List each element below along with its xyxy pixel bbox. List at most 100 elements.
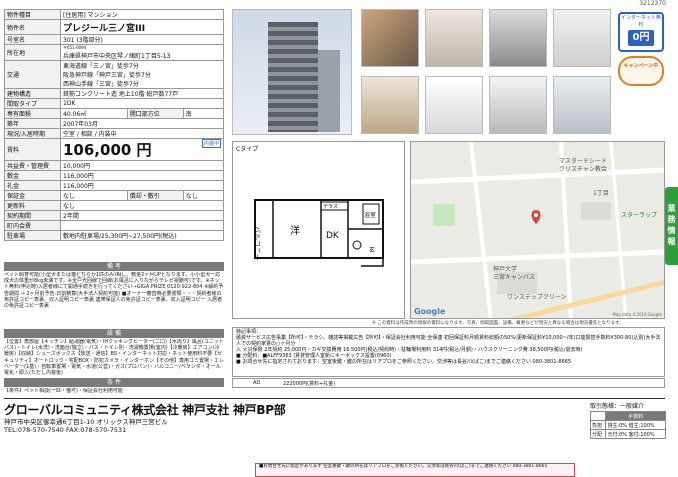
ad-value: 222000円(賃料+礼金) (283, 381, 336, 387)
spec-value: 40.06㎡ (60, 108, 128, 119)
rent-cell: 106,000 円 内装中 (60, 138, 224, 161)
location-map: マスタードシード クリスチャン教会 1丁目 スターラップ 神戸大学 三宮キャンパ… (410, 141, 665, 319)
interior-photo (361, 76, 419, 134)
spec-value (60, 220, 224, 231)
rent-amount: 106,000 円 (63, 141, 152, 159)
spec-key: 賃料 (4, 138, 61, 161)
commission-value: 貸主:0% 借主:100% (605, 420, 666, 430)
commission-key: 分配 (589, 429, 607, 439)
interior-photo (425, 76, 483, 134)
google-logo: Google (414, 307, 446, 316)
business-info-tab[interactable]: 業務情報 (665, 187, 678, 265)
footer-divider (4, 398, 665, 399)
spec-key: 償却・敷引 (126, 190, 184, 201)
interior-photo (553, 76, 611, 134)
commission-table: 手数料 負担 貸主:0% 借主:100% 分配 元付:0% 客付:100% (589, 411, 666, 439)
spec-value: なし (60, 190, 128, 201)
company-phone: TEL:078-570-7540 FAX:078-570-7531 (4, 426, 127, 434)
equipment-header: 設 備 (4, 329, 224, 338)
map-label: 1丁目 (593, 190, 609, 197)
document-number: 3212370 (639, 0, 666, 7)
spec-value: 空室 / 相談 / 内装中 (60, 128, 224, 139)
bath-label: 浴室 (364, 211, 376, 219)
spec-key: 間取タイプ (4, 98, 61, 109)
spec-key: 物件種目 (4, 9, 61, 20)
campaign-badge: キャンペーン中 (618, 56, 664, 86)
transaction-type: 取引態様：一般媒介 (590, 403, 645, 410)
spec-key: 駐車場 (4, 230, 61, 241)
spec-key: 町内会費 (4, 220, 61, 231)
free-internet-badge: インターネット無料 0円 (618, 12, 664, 52)
interior-photo (425, 9, 483, 67)
western-room-label: 洋 (290, 224, 300, 237)
commission-header: 手数料 (605, 411, 666, 421)
free-internet-label: インターネット無料 (620, 15, 661, 28)
balcony-label: バルコニー (253, 226, 261, 261)
spec-key: 号室名 (4, 34, 61, 45)
spec-key: 保証金 (4, 190, 61, 201)
ad-fee-row: AD 222000円(賃料+礼金) (232, 378, 665, 388)
svg-text:バルコニー: バルコニー (253, 226, 261, 261)
interior-photo (361, 9, 419, 67)
spec-key: 礼金 (4, 180, 61, 191)
spec-value: 1DK (60, 98, 224, 109)
conditions-header: 条 件 (4, 378, 224, 387)
contact-note: ■お問合せ先に指定があります 空室後鍵・鍵の所在はリアプロをご参照ください。交渉… (255, 463, 575, 477)
terrace-label: テラス (323, 204, 338, 210)
access-cell: 東海道線「三ノ宮」徒歩7分阪急神戸線「神戸三宮」徒歩7分 西神山手線「三宮」徒歩7… (60, 60, 224, 89)
company-address: 神戸市中央区御幸通6丁目1-10 オリックス神戸三宮ビル (4, 418, 168, 426)
floor-plan-type: Cタイプ (236, 146, 259, 153)
spec-value: 10,000円 (60, 160, 224, 171)
special-notes-line: 融資サービス広告事業【所可】・テラシ、雑誌等掲載広告【所可】・保証会社利用可能 … (236, 335, 661, 347)
spec-value: 2年間 (60, 210, 224, 221)
spec-key: 所在地 (4, 44, 61, 61)
listing-sheet: 3212370 物件種目 [住居用] マンション 物件名 プレジール三ノ宮III 号… (0, 0, 678, 477)
spec-value: なし (60, 200, 224, 211)
map-label: 三宮キャンパス (493, 274, 536, 281)
building-exterior-photo (232, 9, 352, 135)
remarks-header: 備 考 (4, 262, 224, 271)
address: 兵庫県神戸市中央区琴ノ緒町1丁目5-13 (63, 53, 171, 60)
renovation-badge: 内装中 (201, 139, 221, 148)
spec-value: なし (182, 190, 225, 201)
spec-value: 南 (182, 108, 225, 119)
map-credit: Map data ©2019 Google (612, 312, 662, 317)
disclaimer: ※ この資料は作成時の情報の資料になります。写真、間取図面、設備、概要などが現況… (372, 321, 624, 326)
spec-key: 契約期間 (4, 210, 61, 221)
special-notes: 特記事項： 融資サービス広告事業【所可】・テラシ、雑誌等掲載広告【所可】・保証会… (232, 327, 665, 377)
spec-value: 116,000円 (60, 180, 224, 191)
transaction-terms: 取引態様：一般媒介 手数料 負担 貸主:0% 借主:100% 分配 元付:0% 客付… (589, 401, 666, 439)
spec-key: 敷金 (4, 170, 61, 181)
access-line: 東海道線「三ノ宮」徒歩7分 (63, 63, 139, 70)
spec-value: 鉄筋コンクリート造 地上10階 総戸数77戸 (60, 88, 224, 99)
spec-key: 更新料 (4, 200, 61, 211)
access-line: 西神山手線「三宮」徒歩7分 (63, 81, 139, 88)
zero-yen-label: 0円 (628, 30, 654, 46)
address-cell: 〒651-0094 兵庫県神戸市中央区琴ノ緒町1丁目5-13 (60, 44, 224, 61)
interior-photo (489, 9, 547, 67)
conditions-notes: 【条件】ペット相談(一匹・猫可)・保証会社利用可能 (4, 388, 123, 394)
spec-value: 116,000円 (60, 170, 224, 181)
dk-label: DK (326, 231, 340, 241)
spec-value: 301 (3階部分) (60, 34, 224, 45)
spec-value: [住居用] マンション (60, 9, 224, 20)
special-notes-line: ■ お問合せ先に指定されております：空室後鍵・鍵の所在はリアプロをご参照ください… (236, 359, 572, 365)
spec-key: 開口部方位 (126, 108, 184, 119)
spec-key: 現況/入居時期 (4, 128, 61, 139)
spec-key: 築年 (4, 118, 61, 129)
commission-key: 負担 (589, 420, 607, 430)
interior-photo (489, 76, 547, 134)
property-spec-table: 物件種目 [住居用] マンション 物件名 プレジール三ノ宮III 号室名 301 (3… (4, 9, 225, 241)
spec-key: 専有面積 (4, 108, 61, 119)
remarks-notes: ペット飼育可能(小型犬または猫どちらか1匹のみ)相し、敷金2ヶ月UPとなります。… (4, 272, 224, 310)
spec-value: 敷地内駐車場/25,300円~27,500円(税込) (60, 230, 224, 241)
spec-key: 交通 (4, 60, 61, 89)
spec-key: 建物構造 (4, 88, 61, 99)
spec-key: 共益費・管理費 (4, 160, 61, 171)
ad-label: AD (253, 380, 261, 386)
entrance-label: 玄 (369, 246, 375, 254)
map-label: ワンステップクリーン (507, 294, 567, 301)
interior-photo (553, 9, 611, 67)
access-line: 阪急神戸線「神戸三宮」徒歩7分 (63, 72, 151, 79)
property-name: プレジール三ノ宮III (60, 19, 224, 35)
